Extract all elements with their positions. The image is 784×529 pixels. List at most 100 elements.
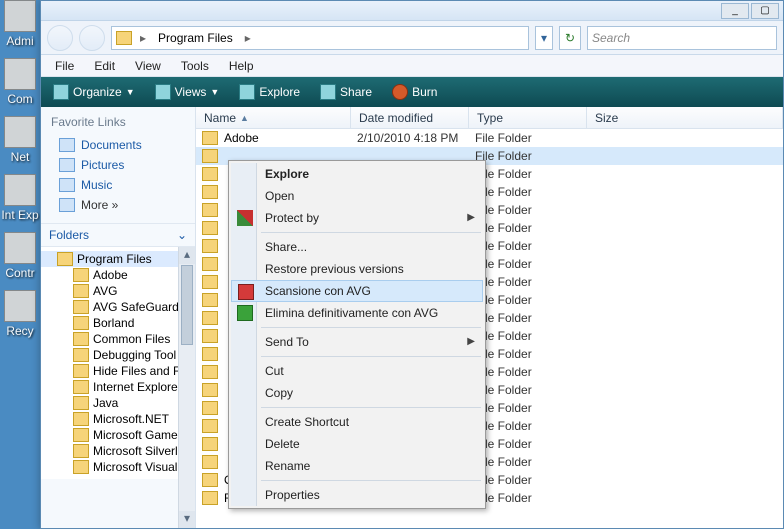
tree-item[interactable]: Hide Files and Fo xyxy=(41,363,195,379)
folder-icon xyxy=(202,401,218,415)
folder-icon xyxy=(116,31,132,45)
folders-header[interactable]: Folders ⌄ xyxy=(41,224,195,247)
ctx-send-to[interactable]: Send To▶ xyxy=(231,331,483,353)
file-row[interactable]: Adobe2/10/2010 4:18 PMFile Folder xyxy=(196,129,783,147)
tree-item[interactable]: Microsoft Silverli xyxy=(41,443,195,459)
desktop-icon[interactable]: Recy xyxy=(0,290,40,338)
fav-documents[interactable]: Documents xyxy=(51,135,185,155)
breadcrumb-dropdown[interactable]: ▾ xyxy=(535,26,553,50)
desktop-icon[interactable]: Int Exp xyxy=(0,174,40,222)
fav-icon xyxy=(59,198,75,212)
menu-edit[interactable]: Edit xyxy=(86,57,123,75)
tree-label: Borland xyxy=(93,316,134,330)
file-type: File Folder xyxy=(475,383,593,397)
tree-label: Adobe xyxy=(93,268,128,282)
tree-item[interactable]: AVG SafeGuard t xyxy=(41,299,195,315)
desktop-icon[interactable]: Admi xyxy=(0,0,40,48)
desktop-icon[interactable]: Contr xyxy=(0,232,40,280)
file-type: File Folder xyxy=(475,419,593,433)
fav-label: Documents xyxy=(81,138,142,152)
breadcrumb[interactable]: ▸ Program Files ▸ xyxy=(111,26,529,50)
menu-file[interactable]: File xyxy=(47,57,82,75)
ctx-cut[interactable]: Cut xyxy=(231,360,483,382)
ctx-restore-previous-versions[interactable]: Restore previous versions xyxy=(231,258,483,280)
ctx-share---[interactable]: Share... xyxy=(231,236,483,258)
tree-item[interactable]: Adobe xyxy=(41,267,195,283)
file-type: File Folder xyxy=(475,203,593,217)
tree-scrollbar[interactable]: ▴ ▾ xyxy=(178,247,195,528)
scroll-down-arrow[interactable]: ▾ xyxy=(179,511,195,528)
scroll-up-arrow[interactable]: ▴ xyxy=(179,247,195,264)
tree-item[interactable]: Internet Explorer xyxy=(41,379,195,395)
context-separator xyxy=(261,407,481,408)
folder-icon xyxy=(202,185,218,199)
desktop-icon[interactable]: Com xyxy=(0,58,40,106)
tree-item[interactable]: Common Files xyxy=(41,331,195,347)
share-button[interactable]: Share xyxy=(314,82,378,102)
explore-icon xyxy=(239,84,255,100)
ctx-create-shortcut[interactable]: Create Shortcut xyxy=(231,411,483,433)
breadcrumb-sep: ▸ xyxy=(136,31,150,45)
ctx-elimina-definitivamente-con-avg[interactable]: Elimina definitivamente con AVG xyxy=(231,302,483,324)
col-name[interactable]: Name ▲ xyxy=(196,107,351,128)
folder-tree[interactable]: Program FilesAdobeAVGAVG SafeGuard tBorl… xyxy=(41,247,195,479)
ctx-explore[interactable]: Explore xyxy=(231,163,483,185)
col-date[interactable]: Date modified xyxy=(351,107,469,128)
ctx-open[interactable]: Open xyxy=(231,185,483,207)
explore-button[interactable]: Explore xyxy=(233,82,306,102)
back-button[interactable] xyxy=(47,25,73,51)
avg-icon xyxy=(238,284,254,300)
folder-icon xyxy=(202,257,218,271)
fav-icon xyxy=(59,138,75,152)
col-size[interactable]: Size xyxy=(587,107,783,128)
ctx-label: Protect by xyxy=(265,211,319,225)
tree-item[interactable]: Microsoft Visual xyxy=(41,459,195,475)
tree-label: Microsoft Silverli xyxy=(93,444,180,458)
context-separator xyxy=(261,356,481,357)
desktop-label: Recy xyxy=(0,324,40,338)
desktop-icon[interactable]: Net xyxy=(0,116,40,164)
organize-button[interactable]: Organize ▼ xyxy=(47,82,141,102)
tree-item[interactable]: AVG xyxy=(41,283,195,299)
ctx-copy[interactable]: Copy xyxy=(231,382,483,404)
maximize-button[interactable]: ▢ xyxy=(751,3,779,19)
fav-more[interactable]: More » xyxy=(51,195,185,215)
ctx-protect-by[interactable]: Protect by▶ xyxy=(231,207,483,229)
tree-item[interactable]: Program Files xyxy=(41,251,195,267)
fav-pictures[interactable]: Pictures xyxy=(51,155,185,175)
fav-music[interactable]: Music xyxy=(51,175,185,195)
tree-item[interactable]: Microsoft Games xyxy=(41,427,195,443)
tree-item[interactable]: Debugging Tool xyxy=(41,347,195,363)
desktop-label: Contr xyxy=(0,266,40,280)
forward-button[interactable] xyxy=(79,25,105,51)
views-button[interactable]: Views ▼ xyxy=(149,82,226,102)
search-input[interactable]: Search xyxy=(587,26,777,50)
tree-item[interactable]: Borland xyxy=(41,315,195,331)
menu-help[interactable]: Help xyxy=(221,57,262,75)
folder-icon xyxy=(202,221,218,235)
scroll-thumb[interactable] xyxy=(181,265,193,345)
file-type: File Folder xyxy=(475,275,593,289)
menu-tools[interactable]: Tools xyxy=(173,57,217,75)
folder-icon xyxy=(202,311,218,325)
tree-item[interactable]: Microsoft.NET xyxy=(41,411,195,427)
refresh-button[interactable]: ↻ xyxy=(559,26,581,50)
breadcrumb-current[interactable]: Program Files xyxy=(154,31,237,45)
col-type[interactable]: Type xyxy=(469,107,587,128)
desktop-label: Int Exp xyxy=(0,208,40,222)
shield-icon xyxy=(237,210,253,226)
burn-button[interactable]: Burn xyxy=(386,82,443,102)
ctx-rename[interactable]: Rename xyxy=(231,455,483,477)
desktop-label: Net xyxy=(0,150,40,164)
fav-label: Music xyxy=(81,178,112,192)
ctx-properties[interactable]: Properties xyxy=(231,484,483,506)
folder-icon xyxy=(202,293,218,307)
minimize-button[interactable]: _ xyxy=(721,3,749,19)
menu-view[interactable]: View xyxy=(127,57,169,75)
context-separator xyxy=(261,232,481,233)
tree-label: Java xyxy=(93,396,118,410)
tree-item[interactable]: Java xyxy=(41,395,195,411)
burn-label: Burn xyxy=(412,85,437,99)
ctx-delete[interactable]: Delete xyxy=(231,433,483,455)
ctx-scansione-con-avg[interactable]: Scansione con AVG xyxy=(231,280,483,302)
